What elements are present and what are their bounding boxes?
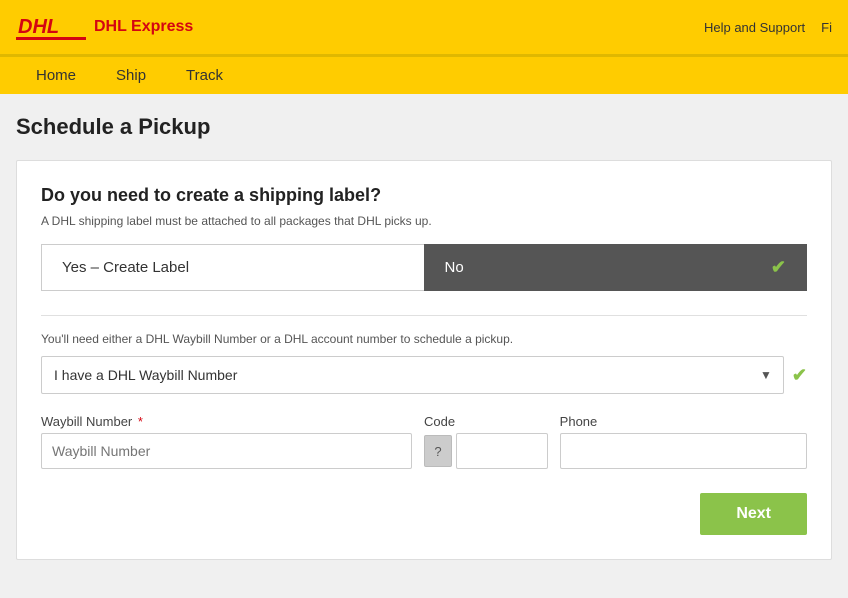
- fi-link[interactable]: Fi: [821, 20, 832, 35]
- no-selected-checkmark: ✔: [771, 257, 786, 278]
- code-input-row: ?: [424, 433, 548, 469]
- header-links: Help and Support Fi: [704, 20, 832, 35]
- waybill-type-select[interactable]: I have a DHL Waybill NumberI have a DHL …: [41, 356, 784, 394]
- form-fields-row: Waybill Number * Code ?: [41, 414, 807, 469]
- page-content: Schedule a Pickup Do you need to create …: [0, 94, 848, 594]
- waybill-select-row: I have a DHL Waybill NumberI have a DHL …: [41, 356, 807, 394]
- waybill-number-label: Waybill Number *: [41, 414, 412, 429]
- action-row: Next: [41, 493, 807, 535]
- waybill-number-field-group: Waybill Number *: [41, 414, 412, 469]
- brand-name: DHL Express: [94, 18, 193, 36]
- code-help-button[interactable]: ?: [424, 435, 452, 467]
- code-label: Code: [424, 414, 548, 429]
- code-input[interactable]: [456, 433, 548, 469]
- select-check-icon: ✔: [792, 365, 807, 386]
- phone-field-group: Phone: [560, 414, 807, 469]
- code-field-group: Code ?: [424, 414, 548, 469]
- nav-home[interactable]: Home: [16, 57, 96, 94]
- required-marker: *: [138, 414, 143, 429]
- label-toggle-group: Yes – Create Label No ✔: [41, 244, 807, 291]
- no-label-button[interactable]: No ✔: [424, 244, 808, 291]
- waybill-section: You'll need either a DHL Waybill Number …: [41, 315, 807, 535]
- schedule-card: Do you need to create a shipping label? …: [16, 160, 832, 560]
- phone-input[interactable]: [560, 433, 807, 469]
- next-button[interactable]: Next: [700, 493, 807, 535]
- main-nav: Home Ship Track: [0, 56, 848, 94]
- yes-create-label-button[interactable]: Yes – Create Label: [41, 244, 424, 291]
- page-title: Schedule a Pickup: [16, 114, 832, 140]
- phone-label: Phone: [560, 414, 807, 429]
- header: DHL DHL Express Help and Support Fi: [0, 0, 848, 56]
- help-support-link[interactable]: Help and Support: [704, 20, 805, 35]
- logo-area: DHL DHL Express: [16, 11, 193, 43]
- nav-track[interactable]: Track: [166, 57, 243, 94]
- question-title: Do you need to create a shipping label?: [41, 185, 807, 206]
- nav-ship[interactable]: Ship: [96, 57, 166, 94]
- waybill-input-row: [41, 433, 412, 469]
- question-subtitle: A DHL shipping label must be attached to…: [41, 214, 807, 228]
- waybill-type-select-wrapper: I have a DHL Waybill NumberI have a DHL …: [41, 356, 784, 394]
- svg-text:DHL: DHL: [18, 16, 59, 38]
- waybill-note: You'll need either a DHL Waybill Number …: [41, 332, 807, 346]
- dhl-logo-icon: DHL: [16, 11, 86, 43]
- waybill-number-input[interactable]: [41, 433, 412, 469]
